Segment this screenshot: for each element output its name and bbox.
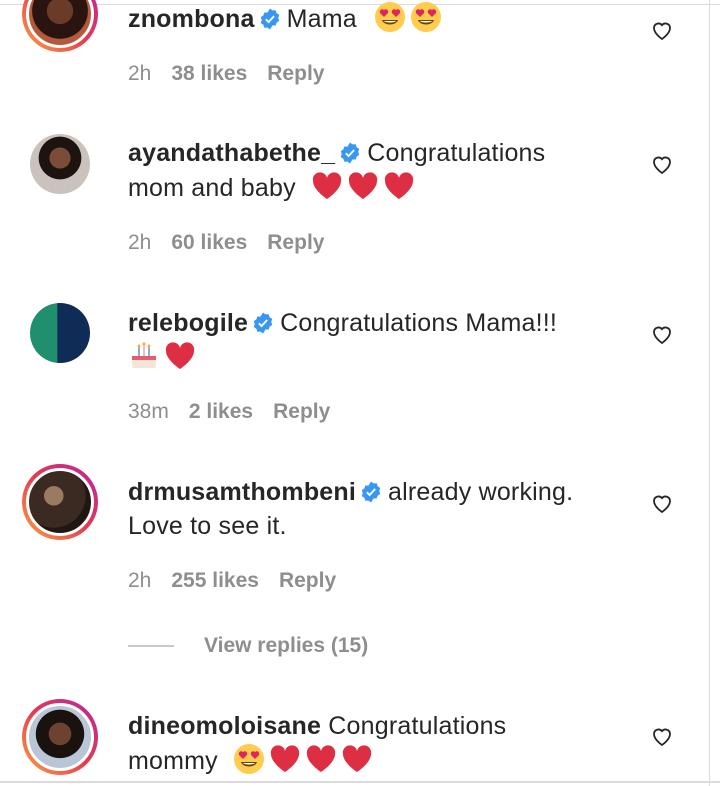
red-heart-emoji-icon [306,745,336,772]
comment-time: 2h [128,231,152,254]
avatar[interactable] [22,699,98,775]
red-heart-emoji-icon [165,342,195,369]
comment-time: 38m [128,400,169,423]
comment-text: Mama [286,5,357,33]
comment-ayandathabethe: ayandathabethe_ Congratulations mom and b… [0,130,709,270]
username[interactable]: relebogile [128,309,248,337]
username[interactable]: znombona [128,5,255,33]
like-heart-icon[interactable] [650,152,674,176]
verified-badge-icon [253,312,273,334]
comment-drmusamthombeni: drmusamthombeni already working. Love to … [0,464,709,609]
username[interactable]: drmusamthombeni [128,478,356,506]
likes-count[interactable]: 255 likes [171,569,259,592]
likes-count[interactable]: 60 likes [171,231,247,254]
heart-eyes-emoji-icon [375,2,406,32]
red-heart-emoji-icon [270,745,300,772]
birthday-cake-emoji-icon [132,342,156,368]
comment-time: 2h [128,62,152,85]
red-heart-emoji-icon [342,745,372,772]
comment-text: already working. [388,478,574,506]
view-replies-label[interactable]: View replies (15) [204,634,368,657]
like-heart-icon[interactable] [650,322,674,346]
avatar[interactable] [22,295,98,371]
reply-button[interactable]: Reply [267,231,324,254]
likes-count[interactable]: 38 likes [171,62,247,85]
red-heart-emoji-icon [384,172,414,199]
view-replies-dash [128,645,174,648]
like-heart-icon[interactable] [650,724,674,748]
comment-znombona: znombona Mama 2h 38 likes Reply [0,0,709,100]
comment-text: Congratulations [328,712,507,740]
username[interactable]: dineomoloisane [128,712,321,740]
red-heart-emoji-icon [348,172,378,199]
comment-time: 2h [128,569,152,592]
avatar[interactable] [22,0,98,52]
username[interactable]: ayandathabethe_ [128,139,335,167]
verified-badge-icon [260,8,279,30]
comment-text-continued: Love to see it. [128,512,287,540]
comment-text: Congratulations [367,139,546,167]
comment-dineomoloisane: dineomoloisane Congratulations mommy [0,696,709,786]
like-heart-icon[interactable] [650,18,674,42]
heart-eyes-emoji-icon [234,744,265,774]
verified-badge-icon [341,142,360,164]
likes-count[interactable]: 2 likes [189,400,253,423]
comment-text-continued: mom and baby [128,174,296,202]
verified-badge-icon [361,481,381,503]
reply-button[interactable]: Reply [267,62,324,85]
reply-button[interactable]: Reply [279,569,336,592]
avatar[interactable] [22,464,98,540]
right-divider [709,0,710,786]
red-heart-emoji-icon [312,172,342,199]
comment-text-continued: mommy [128,747,218,775]
reply-button[interactable]: Reply [273,400,330,423]
comment-text: Congratulations Mama!!! [280,309,558,337]
comment-relebogile: relebogile Congratulations Mama!!! 38m 2 l… [0,300,709,440]
heart-eyes-emoji-icon [411,2,442,32]
avatar[interactable] [22,126,98,202]
like-heart-icon[interactable] [650,491,674,515]
view-replies-button[interactable]: View replies (15) [128,634,368,658]
